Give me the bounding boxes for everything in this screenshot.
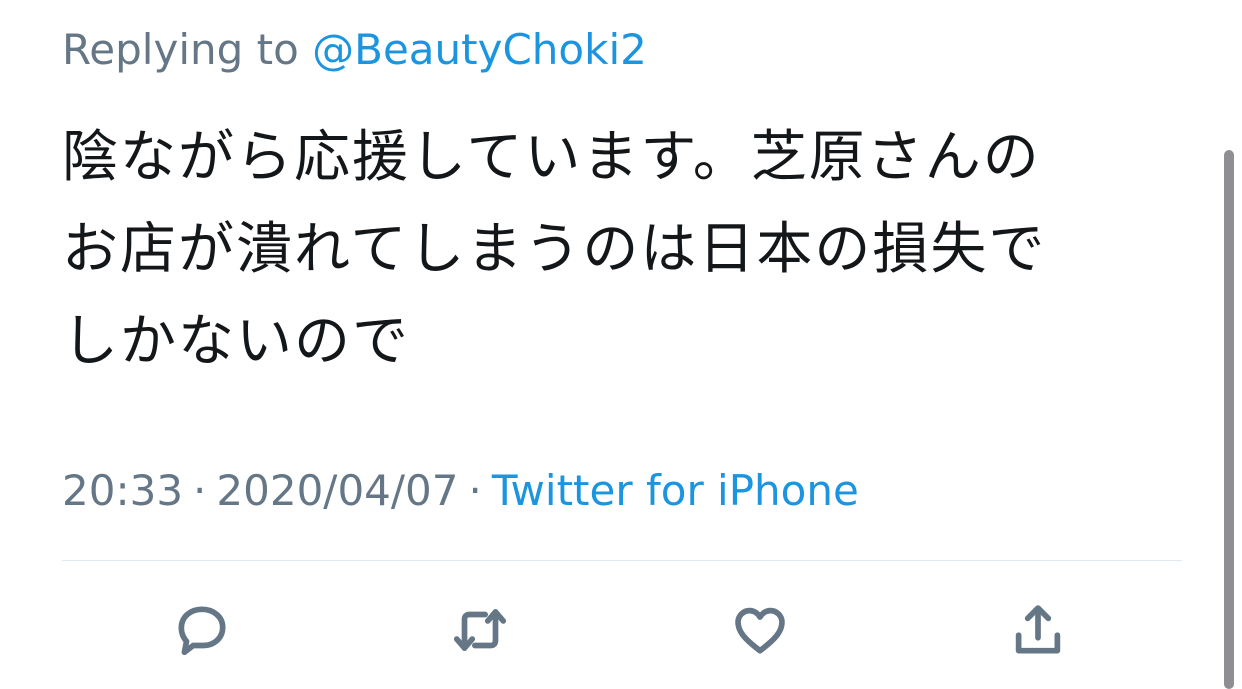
share-icon <box>1015 605 1061 654</box>
reply-button[interactable] <box>162 590 242 670</box>
meta-separator: · <box>193 466 207 515</box>
tweet-text-line: しかないので <box>62 309 410 374</box>
tweet-text-line: お店が潰れてしまうのは日本の損失で <box>62 217 1047 282</box>
replying-to-prefix: Replying to <box>62 25 313 74</box>
comment-bubble-icon <box>178 606 226 656</box>
tweet-source-link[interactable]: Twitter for iPhone <box>492 466 859 515</box>
tweet-metadata: 20:33 · 2020/04/07 · Twitter for iPhone <box>62 462 859 520</box>
share-button[interactable] <box>998 590 1078 670</box>
retweet-button[interactable] <box>440 590 520 670</box>
tweet-time: 20:33 <box>62 466 184 515</box>
tweet-text-line: 陰ながら応援しています。芝原さんの <box>62 125 1041 190</box>
meta-separator: · <box>468 466 482 515</box>
retweet-icon <box>453 609 507 651</box>
tweet-text: 陰ながら応援しています。芝原さんの お店が潰れてしまうのは日本の損失で しかない… <box>62 112 1172 388</box>
tweet-date: 2020/04/07 <box>216 466 459 515</box>
reply-handle-link[interactable]: @BeautyChoki2 <box>312 25 647 74</box>
tweet-detail: Replying to @BeautyChoki2 陰ながら応援しています。芝原… <box>0 0 1242 689</box>
replying-to-line: Replying to @BeautyChoki2 <box>62 22 647 78</box>
actions-divider <box>62 560 1182 561</box>
like-button[interactable] <box>720 590 800 670</box>
scrollbar[interactable] <box>1224 150 1234 689</box>
tweet-action-bar <box>0 590 1242 670</box>
heart-icon <box>735 607 785 654</box>
